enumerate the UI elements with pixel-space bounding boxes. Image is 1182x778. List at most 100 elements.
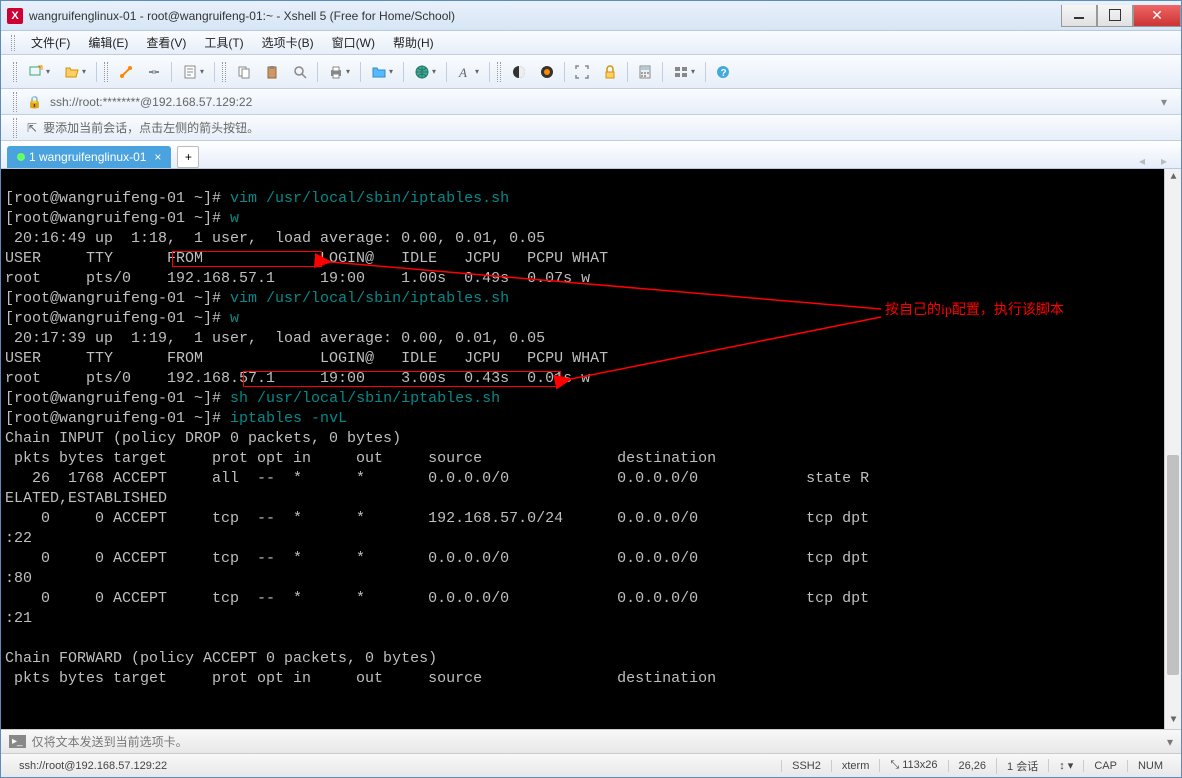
terminal-cmd: sh /usr/local/sbin/iptables.sh	[230, 390, 500, 407]
terminal-output: pkts bytes target prot opt in out source…	[5, 670, 797, 687]
tip-bar: ⇱ 要添加当前会话，点击左侧的箭头按钮。	[1, 115, 1181, 141]
color-scheme-button[interactable]	[505, 59, 533, 85]
window-title: wangruifenglinux-01 - root@wangruifeng-0…	[29, 9, 1061, 23]
tab-bar: 1 wangruifenglinux-01 × + ◂ ▸	[1, 141, 1181, 169]
terminal-output: 20:16:49 up 1:18, 1 user, load average: …	[5, 230, 545, 247]
menu-help[interactable]: 帮助(H)	[385, 32, 442, 53]
open-button[interactable]	[57, 59, 93, 85]
properties-button[interactable]	[175, 59, 211, 85]
sync-icon: ↕	[1059, 760, 1065, 772]
terminal-cmd: w	[230, 210, 239, 227]
grip-handle[interactable]	[497, 62, 501, 82]
scroll-down-icon[interactable]: ▼	[1165, 712, 1181, 729]
svg-text:?: ?	[721, 68, 727, 79]
status-cap: CAP	[1083, 760, 1127, 772]
new-session-button[interactable]	[21, 59, 57, 85]
terminal-cmd: vim /usr/local/sbin/iptables.sh	[230, 290, 509, 307]
terminal-output: USER TTY FROM LOGIN@ IDLE JCPU PCPU WHAT	[5, 350, 608, 367]
terminal-output: Chain INPUT (policy DROP 0 packets, 0 by…	[5, 430, 401, 447]
tab-close-icon[interactable]: ×	[154, 150, 161, 164]
web-button[interactable]	[407, 59, 443, 85]
terminal-output: USER TTY FROM LOGIN@ IDLE JCPU PCPU WHAT	[5, 250, 608, 267]
grip-handle[interactable]	[13, 92, 17, 112]
find-button[interactable]	[286, 59, 314, 85]
menubar: 文件(F) 编辑(E) 查看(V) 工具(T) 选项卡(B) 窗口(W) 帮助(…	[1, 31, 1181, 55]
resize-icon: ⤡	[890, 759, 899, 771]
compose-dropdown-icon[interactable]: ▾	[1167, 735, 1173, 749]
dropdown-icon[interactable]: ▾	[1161, 95, 1167, 109]
tip-text: 要添加当前会话，点击左侧的箭头按钮。	[43, 119, 259, 136]
grip-handle[interactable]	[11, 35, 15, 51]
terminal-scrollbar[interactable]: ▲ ▼	[1164, 169, 1181, 729]
menu-tools[interactable]: 工具(T)	[196, 32, 251, 53]
maximize-button[interactable]	[1097, 5, 1133, 27]
compose-bar: ▸_ 仅将文本发送到当前选项卡。 ▾	[1, 729, 1181, 753]
tab-add-button[interactable]: +	[177, 146, 199, 168]
scroll-up-icon[interactable]: ▲	[1165, 169, 1181, 186]
xftp-button[interactable]	[364, 59, 400, 85]
view-mode-button[interactable]	[666, 59, 702, 85]
status-protocol: SSH2	[781, 760, 831, 772]
menu-optcard[interactable]: 选项卡(B)	[254, 32, 322, 53]
status-connection: ssh://root@192.168.57.129:22	[9, 760, 177, 772]
connected-icon	[17, 153, 25, 161]
menu-windows[interactable]: 窗口(W)	[324, 32, 383, 53]
terminal-output: Chain FORWARD (policy ACCEPT 0 packets, …	[5, 650, 437, 667]
grip-handle[interactable]	[222, 62, 226, 82]
status-term: xterm	[831, 760, 880, 772]
terminal-cmd: w	[230, 310, 239, 327]
tab-nav-prev-icon[interactable]: ◂	[1131, 154, 1153, 168]
paste-button[interactable]	[258, 59, 286, 85]
highlight-button[interactable]	[533, 59, 561, 85]
svg-text:A: A	[458, 65, 467, 80]
compose-icon[interactable]: ▸_	[9, 735, 26, 748]
terminal-output: 20:17:39 up 1:19, 1 user, load average: …	[5, 330, 545, 347]
compose-placeholder[interactable]: 仅将文本发送到当前选项卡。	[32, 733, 1161, 750]
terminal-output	[5, 630, 14, 647]
address-bar: 🔒 ▾	[1, 89, 1181, 115]
menu-edit[interactable]: 编辑(E)	[80, 32, 136, 53]
annotation-text: 按自己的ip配置，执行该脚本	[885, 301, 1064, 321]
grip-handle[interactable]	[13, 62, 17, 82]
titlebar: X wangruifenglinux-01 - root@wangruifeng…	[1, 1, 1181, 31]
status-bar: ssh://root@192.168.57.129:22 SSH2 xterm …	[1, 753, 1181, 777]
grip-handle[interactable]	[13, 118, 17, 138]
tab-nav-next-icon[interactable]: ▸	[1153, 154, 1175, 168]
print-button[interactable]	[321, 59, 357, 85]
scroll-thumb[interactable]	[1167, 455, 1179, 675]
toolbar: A ?	[1, 55, 1181, 89]
status-sessions: 1 会话	[996, 758, 1048, 774]
status-size: 113x26	[902, 759, 937, 771]
terminal[interactable]: [root@wangruifeng-01 ~]# vim /usr/local/…	[1, 169, 1181, 729]
menu-view[interactable]: 查看(V)	[138, 32, 194, 53]
lock-button[interactable]	[596, 59, 624, 85]
terminal-cmd: vim /usr/local/sbin/iptables.sh	[230, 190, 509, 207]
fullscreen-button[interactable]	[568, 59, 596, 85]
status-caret: 26,26	[948, 760, 997, 772]
minimize-button[interactable]	[1061, 5, 1097, 27]
help-button[interactable]: ?	[709, 59, 737, 85]
menu-file[interactable]: 文件(F)	[23, 32, 78, 53]
calc-button[interactable]	[631, 59, 659, 85]
session-tab[interactable]: 1 wangruifenglinux-01 ×	[7, 146, 171, 168]
font-button[interactable]: A	[450, 59, 486, 85]
reconnect-button[interactable]	[112, 59, 140, 85]
status-num: NUM	[1127, 760, 1173, 772]
terminal-output: root pts/0 192.168.57.1 19:00 1.00s 0.49…	[5, 270, 590, 287]
terminal-output: root pts/0 192.168.57.1 19:00 3.00s 0.43…	[5, 370, 590, 387]
grip-handle[interactable]	[104, 62, 108, 82]
terminal-output: pkts bytes target prot opt in out source…	[5, 450, 797, 467]
terminal-cmd: iptables -nvL	[230, 410, 347, 427]
disconnect-button[interactable]	[140, 59, 168, 85]
terminal-output: 0 0 ACCEPT tcp -- * * 0.0.0.0/0 0.0.0.0/…	[5, 590, 869, 627]
terminal-output: 0 0 ACCEPT tcp -- * * 192.168.57.0/24 0.…	[5, 510, 869, 547]
lock-icon: 🔒	[27, 95, 42, 109]
copy-button[interactable]	[230, 59, 258, 85]
app-icon: X	[7, 8, 23, 24]
terminal-output: 26 1768 ACCEPT all -- * * 0.0.0.0/0 0.0.…	[5, 470, 869, 507]
terminal-output: 0 0 ACCEPT tcp -- * * 0.0.0.0/0 0.0.0.0/…	[5, 550, 869, 587]
tab-label: 1 wangruifenglinux-01	[29, 150, 146, 164]
address-input[interactable]	[48, 93, 1155, 111]
close-button[interactable]: ✕	[1133, 5, 1181, 27]
add-session-icon[interactable]: ⇱	[27, 121, 37, 135]
